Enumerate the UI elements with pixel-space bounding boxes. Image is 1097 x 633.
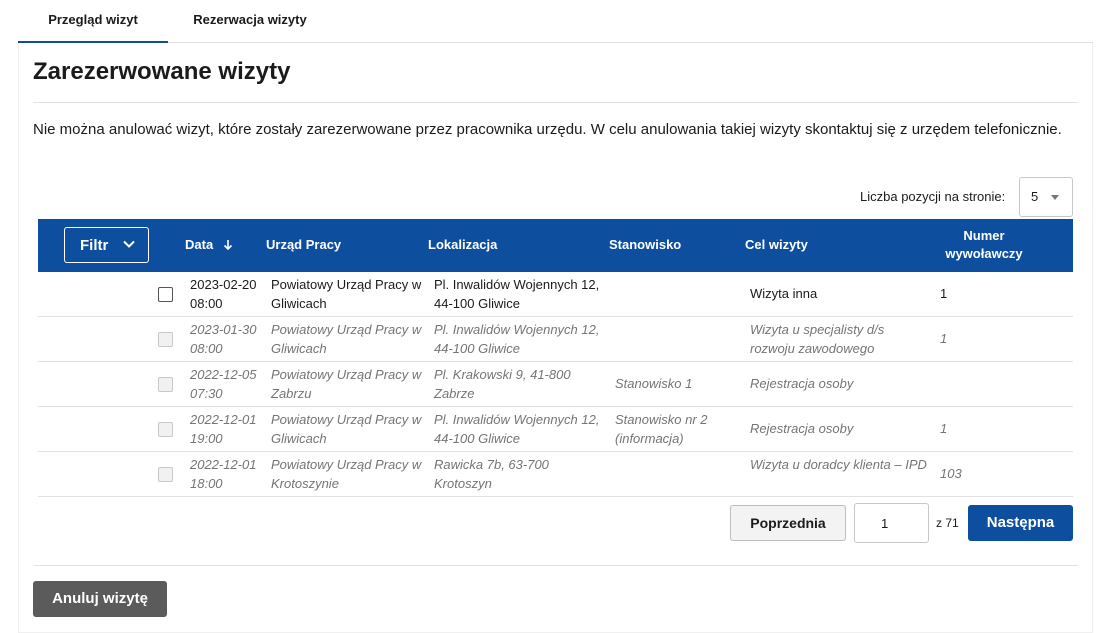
cell-office: Powiatowy Urząd Pracy w Gliwicach	[271, 277, 422, 311]
row-checkbox	[158, 377, 173, 392]
column-header-date[interactable]: Data	[185, 237, 233, 252]
cell-office: Powiatowy Urząd Pracy w Gliwicach	[271, 412, 422, 446]
previous-page-button[interactable]: Poprzednia	[730, 505, 846, 541]
row-checkbox	[158, 467, 173, 482]
cell-number: 103	[940, 466, 962, 481]
table-header: Filtr Data Urząd Pracy Lokalizacja Stano…	[38, 219, 1073, 272]
cell-purpose: Rejestracja osoby	[750, 421, 854, 436]
visits-table-body: 2023-02-20 08:00 Powiatowy Urząd Pracy w …	[38, 272, 1073, 497]
table-row: 2023-01-30 08:00 Powiatowy Urząd Pracy w …	[38, 317, 1073, 362]
cell-date: 2022-12-01 18:00	[190, 457, 257, 491]
cell-station: Stanowisko 1	[615, 376, 693, 391]
cell-station: Stanowisko nr 2 (informacja)	[615, 412, 708, 446]
table-row: 2022-12-05 07:30 Powiatowy Urząd Pracy w …	[38, 362, 1073, 407]
column-header-location: Lokalizacja	[428, 237, 498, 252]
filter-button[interactable]: Filtr	[64, 227, 149, 263]
tab-visits-overview[interactable]: Przegląd wizyt	[18, 0, 168, 43]
cell-location: Rawicka 7b, 63-700 Krotoszyn	[434, 457, 549, 491]
page-number-input[interactable]	[854, 503, 929, 543]
table-row: 2022-12-01 18:00 Powiatowy Urząd Pracy w …	[38, 452, 1073, 497]
cell-location: Pl. Inwalidów Wojennych 12, 44-100 Gliwi…	[434, 322, 600, 356]
info-text: Nie można anulować wizyt, które zostały …	[33, 121, 1062, 138]
sort-arrow-down-icon	[223, 240, 232, 251]
tab-bar: Przegląd wizyt Rezerwacja wizyty	[18, 0, 1093, 43]
table-row: 2023-02-20 08:00 Powiatowy Urząd Pracy w …	[38, 272, 1073, 317]
cell-location: Pl. Inwalidów Wojennych 12, 44-100 Gliwi…	[434, 412, 600, 446]
table-row: 2022-12-01 19:00 Powiatowy Urząd Pracy w …	[38, 407, 1073, 452]
column-header-number: Numer wywoławczy	[945, 228, 1023, 261]
filter-label: Filtr	[80, 237, 109, 254]
per-page-label: Liczba pozycji na stronie:	[860, 189, 1006, 204]
cell-office: Powiatowy Urząd Pracy w Krotoszynie	[271, 457, 422, 491]
tab-visit-booking[interactable]: Rezerwacja wizyty	[170, 0, 330, 43]
column-header-station: Stanowisko	[609, 237, 682, 252]
cell-number: 1	[940, 331, 948, 346]
cell-purpose: Wizyta inna	[750, 286, 818, 301]
cell-purpose: Wizyta u doradcy klienta – IPD	[750, 457, 927, 472]
cell-office: Powiatowy Urząd Pracy w Gliwicach	[271, 322, 422, 356]
per-page-value: 5	[1031, 189, 1039, 204]
page-title: Zarezerwowane wizyty	[33, 58, 291, 85]
column-header-office: Urząd Pracy	[266, 237, 342, 252]
title-divider	[33, 102, 1078, 103]
cell-number: 1	[940, 421, 948, 436]
per-page-select[interactable]: 5	[1019, 177, 1073, 217]
chevron-down-icon	[123, 240, 135, 248]
footer-divider	[33, 565, 1078, 566]
cell-location: Pl. Inwalidów Wojennych 12, 44-100 Gliwi…	[434, 277, 600, 311]
next-page-button[interactable]: Następna	[968, 505, 1073, 541]
caret-down-icon	[1051, 195, 1059, 200]
cell-number: 1	[940, 286, 948, 301]
cell-location: Pl. Krakowski 9, 41-800 Zabrze	[434, 367, 571, 401]
cell-date: 2023-01-30 08:00	[190, 322, 257, 356]
cancel-visit-button[interactable]: Anuluj wizytę	[33, 581, 167, 617]
row-checkbox	[158, 422, 173, 437]
row-checkbox	[158, 332, 173, 347]
cell-date: 2022-12-05 07:30	[190, 367, 257, 401]
cell-purpose: Wizyta u specjalisty d/s rozwoju zawodow…	[750, 322, 885, 356]
cell-office: Powiatowy Urząd Pracy w Zabrzu	[271, 367, 422, 401]
column-header-purpose: Cel wizyty	[745, 237, 808, 252]
column-header-date-label: Data	[185, 237, 214, 252]
cell-date: 2023-02-20 08:00	[190, 277, 257, 311]
row-checkbox[interactable]	[158, 287, 173, 302]
cell-date: 2022-12-01 19:00	[190, 412, 257, 446]
page-count-label: z 71	[936, 516, 959, 530]
cell-purpose: Rejestracja osoby	[750, 376, 854, 391]
